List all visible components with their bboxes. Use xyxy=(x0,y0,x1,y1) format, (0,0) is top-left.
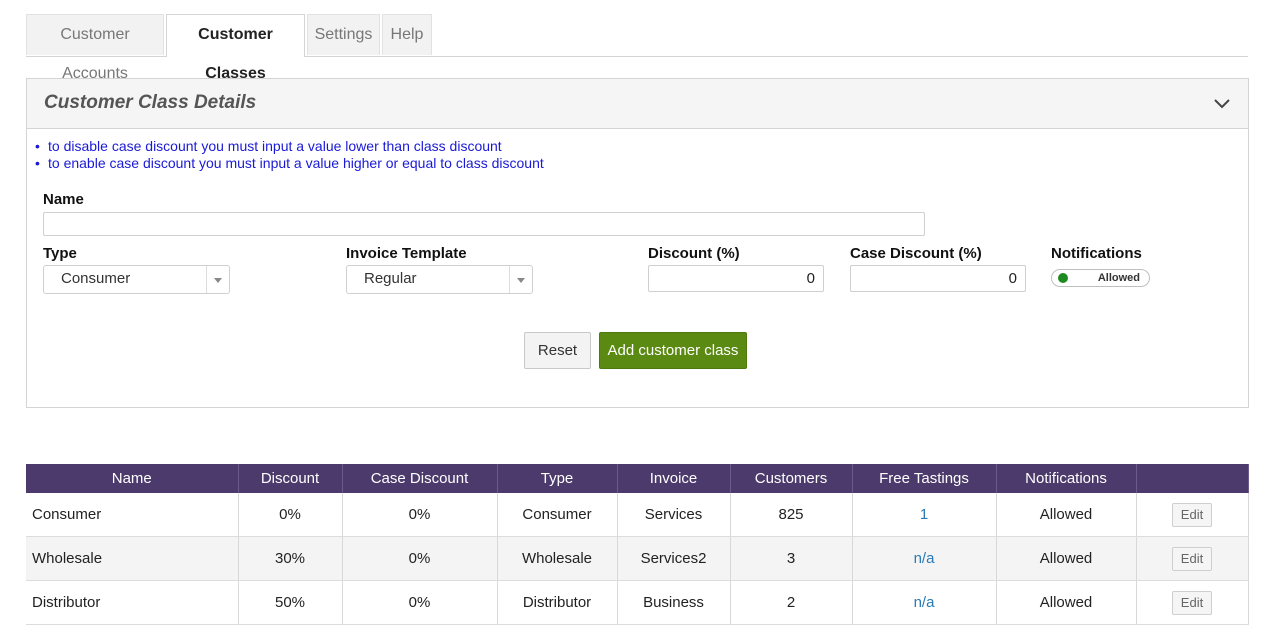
cell-notifications: Allowed xyxy=(996,536,1137,581)
column-header-notifications[interactable]: Notifications xyxy=(996,464,1137,493)
tab-help[interactable]: Help xyxy=(382,14,432,55)
customer-class-details-panel: Customer Class Details to disable case d… xyxy=(26,78,1249,408)
column-header-type[interactable]: Type xyxy=(497,464,618,493)
add-customer-class-button[interactable]: Add customer class xyxy=(599,332,747,369)
cell-customers: 3 xyxy=(730,536,853,581)
tab-customer-accounts[interactable]: Customer Accounts xyxy=(26,14,164,82)
invoice-template-label: Invoice Template xyxy=(346,245,467,262)
type-select[interactable]: Consumer xyxy=(43,265,230,294)
invoice-template-select[interactable]: Regular xyxy=(346,265,533,294)
chevron-down-icon[interactable] xyxy=(1213,94,1231,112)
notifications-toggle-text: Allowed xyxy=(1097,272,1140,284)
cell-invoice: Business xyxy=(617,580,731,625)
cell-notifications: Allowed xyxy=(996,580,1137,625)
table-row: Consumer 0% 0% Consumer Services 825 1 A… xyxy=(26,493,1249,537)
column-header-free-tastings[interactable]: Free Tastings xyxy=(852,464,997,493)
toggle-on-indicator xyxy=(1058,273,1068,283)
cell-name: Wholesale xyxy=(26,536,239,581)
table-header-row: Name Discount Case Discount Type Invoice… xyxy=(26,464,1249,493)
customer-classes-table: Name Discount Case Discount Type Invoice… xyxy=(26,464,1249,625)
cell-actions: Edit xyxy=(1136,493,1249,537)
cell-case-discount: 0% xyxy=(342,493,498,537)
cell-name: Distributor xyxy=(26,580,239,625)
reset-button[interactable]: Reset xyxy=(524,332,591,369)
panel-title: Customer Class Details xyxy=(44,92,257,113)
tab-settings[interactable]: Settings xyxy=(307,14,380,55)
name-field[interactable] xyxy=(43,212,925,236)
free-tastings-link[interactable]: n/a xyxy=(852,536,997,581)
case-discount-label: Case Discount (%) xyxy=(850,245,982,262)
cell-name: Consumer xyxy=(26,493,239,537)
discount-field[interactable] xyxy=(648,265,824,292)
type-label: Type xyxy=(43,245,77,262)
name-label: Name xyxy=(43,191,84,208)
cell-case-discount: 0% xyxy=(342,536,498,581)
free-tastings-link[interactable]: 1 xyxy=(852,493,997,537)
dropdown-arrow-icon xyxy=(509,266,532,293)
note-item: to enable case discount you must input a… xyxy=(35,155,544,172)
tab-customer-classes[interactable]: Customer Classes xyxy=(166,14,305,82)
cell-type: Consumer xyxy=(497,493,618,537)
panel-header: Customer Class Details xyxy=(27,79,1248,129)
cell-type: Wholesale xyxy=(497,536,618,581)
column-header-case-discount[interactable]: Case Discount xyxy=(342,464,498,493)
case-discount-field[interactable] xyxy=(850,265,1026,292)
note-item: to disable case discount you must input … xyxy=(35,138,544,155)
cell-discount: 0% xyxy=(238,493,343,537)
column-header-discount[interactable]: Discount xyxy=(238,464,343,493)
table-row: Distributor 50% 0% Distributor Business … xyxy=(26,580,1249,625)
cell-discount: 50% xyxy=(238,580,343,625)
instruction-notes: to disable case discount you must input … xyxy=(34,138,544,172)
tab-bar: Customer Accounts Customer Classes Setti… xyxy=(26,14,1248,82)
cell-actions: Edit xyxy=(1136,580,1249,625)
type-select-value: Consumer xyxy=(61,270,131,287)
notifications-label: Notifications xyxy=(1051,245,1142,262)
cell-type: Distributor xyxy=(497,580,618,625)
cell-invoice: Services2 xyxy=(617,536,731,581)
dropdown-arrow-icon xyxy=(206,266,229,293)
cell-customers: 825 xyxy=(730,493,853,537)
edit-button[interactable]: Edit xyxy=(1172,546,1212,571)
cell-notifications: Allowed xyxy=(996,493,1137,537)
free-tastings-link[interactable]: n/a xyxy=(852,580,997,625)
cell-case-discount: 0% xyxy=(342,580,498,625)
edit-button[interactable]: Edit xyxy=(1172,590,1212,615)
notifications-toggle[interactable]: Allowed xyxy=(1051,269,1150,287)
column-header-invoice[interactable]: Invoice xyxy=(617,464,731,493)
edit-button[interactable]: Edit xyxy=(1172,502,1212,527)
cell-actions: Edit xyxy=(1136,536,1249,581)
column-header-actions xyxy=(1136,464,1249,493)
column-header-customers[interactable]: Customers xyxy=(730,464,853,493)
table-row: Wholesale 30% 0% Wholesale Services2 3 n… xyxy=(26,536,1249,581)
cell-invoice: Services xyxy=(617,493,731,537)
invoice-template-value: Regular xyxy=(364,270,417,287)
cell-discount: 30% xyxy=(238,536,343,581)
cell-customers: 2 xyxy=(730,580,853,625)
column-header-name[interactable]: Name xyxy=(26,464,239,493)
discount-label: Discount (%) xyxy=(648,245,740,262)
